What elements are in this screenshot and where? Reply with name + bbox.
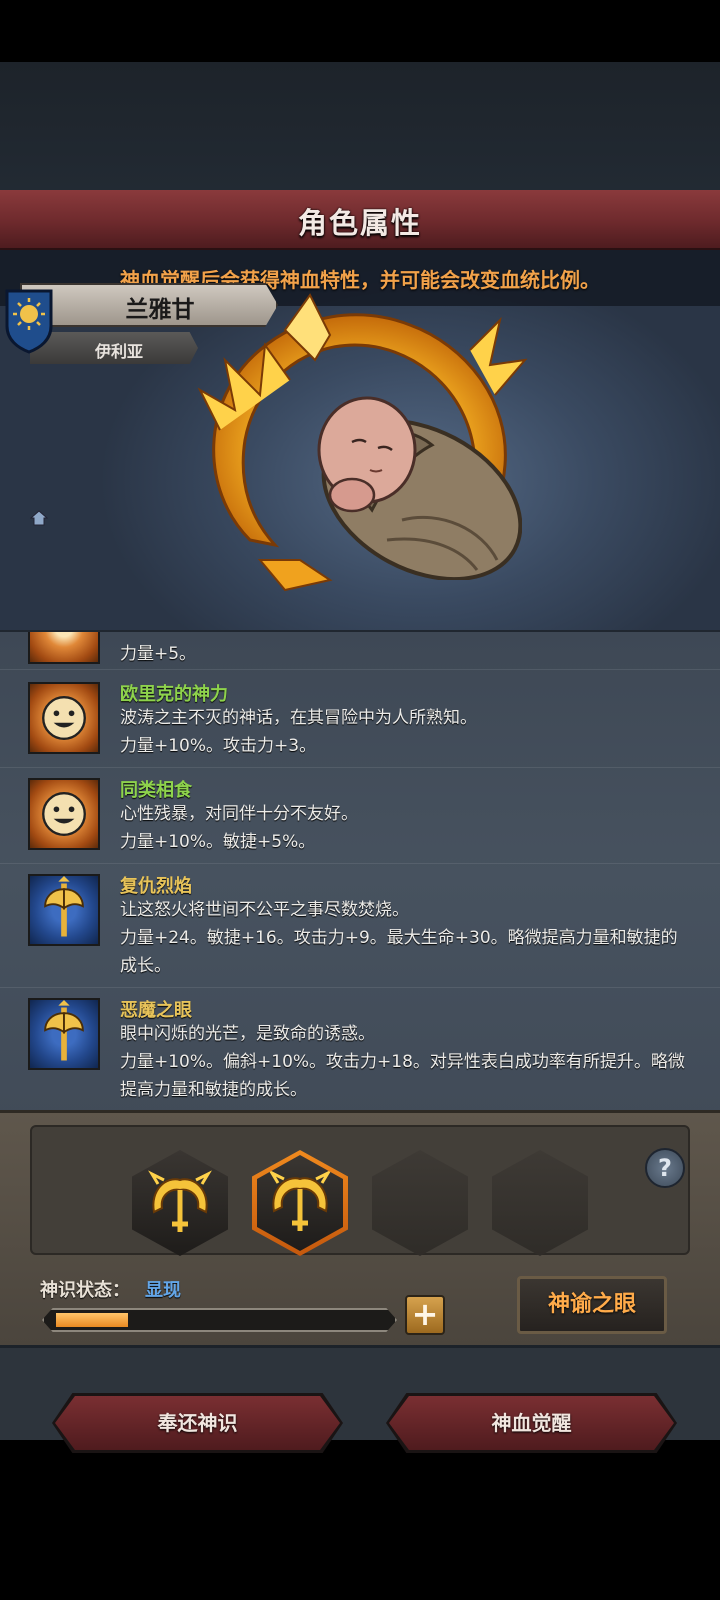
trait-effect: 力量+5。 [120, 644, 197, 664]
add-divine-button[interactable]: + [405, 1295, 445, 1335]
help-icon[interactable]: ? [645, 1148, 685, 1188]
golden-axe-icon [28, 998, 100, 1070]
trait-effect: 力量+10%。敏捷+5%。 [120, 832, 316, 852]
trait-name: 复仇烈焰 [120, 876, 192, 897]
progress-fill [56, 1313, 128, 1327]
title-banner: 角色属性 [0, 190, 720, 254]
page-title: 角色属性 [297, 206, 422, 240]
swaddled-baby-image [317, 396, 522, 580]
list-item: 同类相食 心性残暴，对同伴十分不友好。 力量+10%。敏捷+5%。 [0, 768, 720, 864]
list-item: 欧里克的神力 波涛之主不灭的神话，在其冒险中为人所熟知。 力量+10%。攻击力+… [0, 670, 720, 768]
list-item: 恶魔之眼 眼中闪烁的光芒，是致命的诱惑。 力量+10%。偏斜+10%。攻击力+1… [0, 988, 720, 1118]
trait-description: 让这怒火将世间不公平之事尽数焚烧。 [120, 900, 409, 920]
oracle-eye-button[interactable]: 神谕之眼 [517, 1276, 667, 1334]
smile-face-icon [28, 682, 100, 754]
trait-effect: 力量+10%。偏斜+10%。攻击力+18。对异性表白成功率有所提升。略微提高力量… [120, 1052, 685, 1100]
trait-effect: 力量+10%。攻击力+3。 [120, 736, 317, 756]
smile-face-icon [28, 632, 100, 664]
list-item: 复仇烈焰 让这怒火将世间不公平之事尽数焚烧。 力量+24。敏捷+16。攻击力+9… [0, 864, 720, 988]
trait-list[interactable]: 力量+5。 欧里克的神力 波涛之主不灭的神话，在其冒险中为人所熟知。 力量+10… [0, 632, 720, 1120]
trait-effect: 力量+24。敏捷+16。攻击力+9。最大生命+30。略微提高力量和敏捷的成长。 [120, 928, 678, 976]
character-origin: 伊利亚 [94, 342, 143, 361]
divine-status-value: 显现 [145, 1280, 181, 1301]
return-divine-button[interactable]: 奉还神识 [55, 1396, 340, 1450]
trait-name: 欧里克的神力 [120, 684, 228, 705]
golden-axe-icon [28, 874, 100, 946]
divine-status-label: 神识状态： [40, 1280, 130, 1301]
list-item: 力量+5。 [0, 632, 720, 670]
divine-slot-frame [30, 1125, 690, 1255]
sun-shield-icon [5, 289, 53, 354]
trait-name: 恶魔之眼 [120, 1000, 192, 1021]
smile-face-icon [28, 778, 100, 850]
trait-description: 眼中闪烁的光芒，是致命的诱惑。 [120, 1024, 375, 1044]
blood-awaken-button[interactable]: 神血觉醒 [389, 1396, 674, 1450]
home-icon [30, 510, 48, 526]
trait-description: 心性残暴，对同伴十分不友好。 [120, 804, 358, 824]
trait-name: 同类相食 [120, 780, 192, 801]
character-name: 兰雅甘 [125, 297, 195, 323]
trait-description: 波涛之主不灭的神话，在其冒险中为人所熟知。 [120, 708, 477, 728]
golden-flame-crest-icon [268, 1169, 332, 1231]
divine-progress-bar [42, 1308, 397, 1332]
